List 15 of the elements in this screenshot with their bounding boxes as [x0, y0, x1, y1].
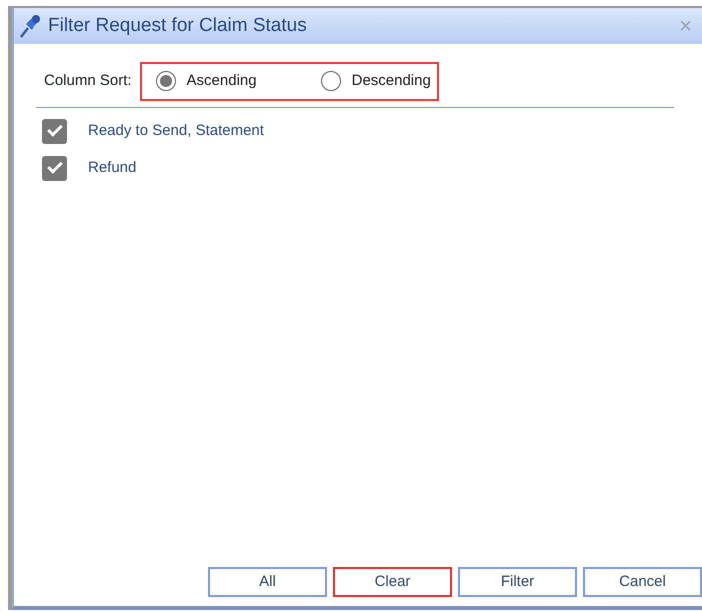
radio-button[interactable]: [156, 71, 176, 92]
checkbox[interactable]: [42, 118, 67, 144]
dialog-button[interactable]: All: [208, 567, 327, 597]
checkbox[interactable]: [42, 156, 67, 180]
dialog-button[interactable]: Filter: [458, 567, 577, 597]
pin-icon: [18, 13, 42, 39]
radio-option[interactable]: Descending: [320, 70, 431, 92]
radio-button[interactable]: [320, 71, 341, 92]
dialog-button[interactable]: Clear: [333, 567, 452, 597]
window-title: Filter Request for Claim Status: [48, 14, 307, 38]
dialog-button[interactable]: Cancel: [583, 567, 702, 597]
sort-label: Column Sort:: [44, 71, 132, 91]
radio-option[interactable]: Ascending: [156, 70, 257, 92]
checkbox-label[interactable]: Refund: [88, 156, 136, 180]
checkbox-label[interactable]: Ready to Send, Statement: [88, 120, 264, 142]
